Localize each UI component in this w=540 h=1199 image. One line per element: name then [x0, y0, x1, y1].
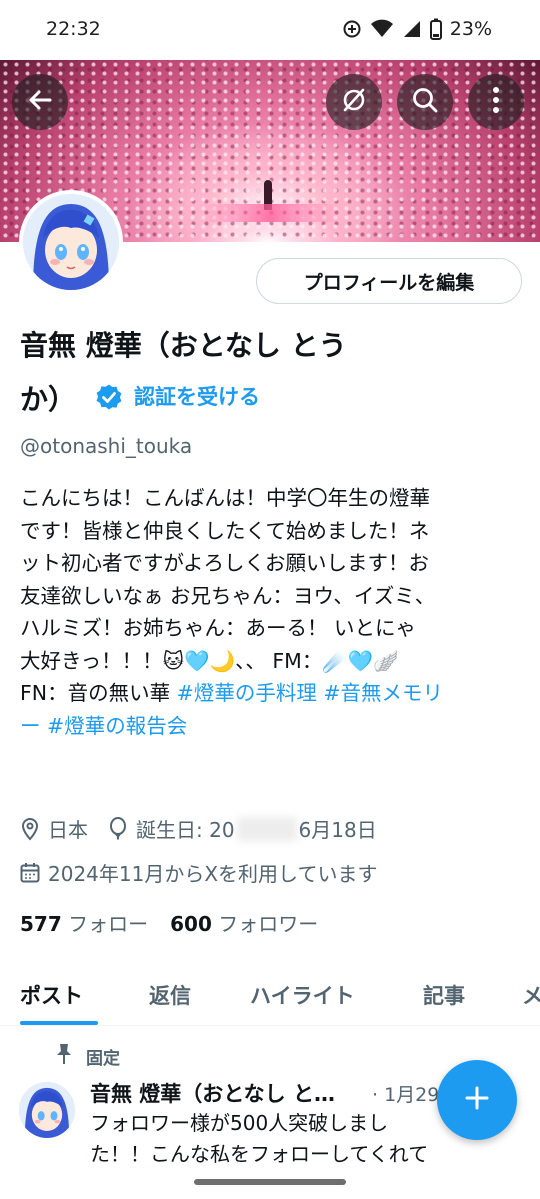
profile-meta-location-birthday: 日本 誕生日: 20 6月18日	[20, 814, 377, 843]
bio-line: 友達欲しいなぁ お兄ちゃん：ヨウ、イズミ、	[20, 583, 436, 608]
following-link[interactable]: 577 フォロー	[20, 908, 148, 937]
active-tab-indicator	[20, 1021, 98, 1025]
back-button[interactable]	[12, 74, 68, 130]
pinned-indicator: 固定	[56, 1043, 120, 1070]
home-indicator	[0, 1168, 540, 1199]
followers-link[interactable]: 600 フォロワー	[170, 908, 318, 937]
compose-button[interactable]	[437, 1060, 517, 1140]
location-text: 日本	[48, 818, 88, 842]
search-button[interactable]	[397, 74, 453, 130]
display-name-line2: か）	[20, 383, 77, 416]
follow-stats: 577 フォロー 600 フォロワー	[20, 908, 318, 937]
bio: こんにちは！こんばんは！中学〇年生の燈華 です！皆様と仲良くしたくて始めました！…	[20, 482, 526, 742]
status-time: 22:32	[46, 18, 101, 40]
bio-line: ー #燈華の報告会	[20, 710, 526, 743]
more-button[interactable]	[468, 74, 524, 130]
profile-meta-joined: 2024年11月からXを利用しています	[20, 858, 377, 887]
tab-articles[interactable]: 記事	[423, 980, 465, 1010]
tab-media[interactable]: メ	[522, 980, 540, 1010]
balloon-icon	[108, 816, 128, 841]
edit-profile-button[interactable]: プロフィールを編集	[256, 258, 522, 304]
calendar-icon	[20, 862, 40, 884]
hashtag-link[interactable]: #燈華の手料理	[177, 681, 317, 705]
following-label: フォロー	[68, 912, 149, 936]
hashtag-link[interactable]: #音無メモリ	[323, 681, 443, 705]
battery-percent: 23%	[449, 18, 492, 40]
verified-badge-icon[interactable]	[95, 383, 123, 411]
blurred-redaction	[236, 816, 297, 841]
pinned-label: 固定	[86, 1049, 120, 1069]
data-saver-icon	[342, 19, 362, 39]
status-bar: 22:32 23%	[0, 0, 540, 60]
bio-line: ハルミズ！お姉ちゃん：あーる！ いとにゃ	[20, 616, 417, 640]
incognito-button[interactable]	[326, 74, 382, 130]
post-text-line: た！！こんな私をフォローしてくれて	[90, 1142, 429, 1166]
handle: @otonashi_touka	[20, 434, 193, 458]
tab-replies[interactable]: 返信	[149, 980, 191, 1010]
get-verified-link[interactable]: 認証を受ける	[134, 381, 260, 411]
location-pin-icon	[20, 817, 40, 841]
signal-icon	[402, 19, 422, 39]
birthday-prefix: 誕生日: 20	[136, 818, 235, 842]
bio-line: FN：音の無い華 #燈華の手料理 #音無メモリ	[20, 677, 526, 710]
search-icon	[411, 86, 439, 118]
banner-figure	[264, 180, 272, 210]
birthday-suffix: 6月18日	[298, 818, 377, 842]
post-avatar[interactable]	[19, 1082, 75, 1138]
hashtag-link-cont[interactable]: ー	[20, 714, 41, 738]
arrow-left-icon	[26, 86, 54, 118]
status-icons: 23%	[342, 18, 492, 40]
bio-line: 大好きっ！！！🐱🩵🌙、、 FM：☄️🩵🪽	[20, 648, 399, 673]
joined-text: 2024年11月からXを利用しています	[48, 862, 378, 886]
pin-icon	[56, 1043, 72, 1070]
bio-line: ット初心者ですがよろしくお願いします！お	[20, 551, 429, 575]
followers-label: フォロワー	[218, 912, 319, 936]
post-date: · 1月29	[372, 1084, 440, 1106]
wifi-icon	[370, 19, 394, 39]
gesture-bar[interactable]	[194, 1179, 346, 1185]
more-vertical-icon	[492, 86, 500, 118]
following-count: 577	[20, 912, 62, 936]
post-author-name[interactable]: 音無 燈華（おとなし と…	[90, 1078, 335, 1108]
profile-tabs: ポスト 返信 ハイライト 記事 メ	[0, 960, 540, 1026]
avatar[interactable]	[19, 190, 123, 294]
bio-line: こんにちは！こんばんは！中学〇年生の燈華	[20, 486, 430, 510]
bio-line: です！皆様と仲良くしたくて始めました！ネ	[20, 518, 430, 543]
hashtag-link[interactable]: #燈華の報告会	[47, 714, 187, 738]
battery-icon	[429, 18, 442, 40]
followers-count: 600	[170, 912, 212, 936]
plus-icon	[462, 1083, 492, 1117]
tab-posts[interactable]: ポスト	[20, 980, 83, 1010]
bio-fn: FN：音の無い華	[20, 681, 177, 705]
display-name-line1: 音無 燈華（おとなし とう	[20, 329, 347, 362]
tab-highlights[interactable]: ハイライト	[250, 980, 355, 1010]
circle-slash-icon	[339, 85, 369, 119]
